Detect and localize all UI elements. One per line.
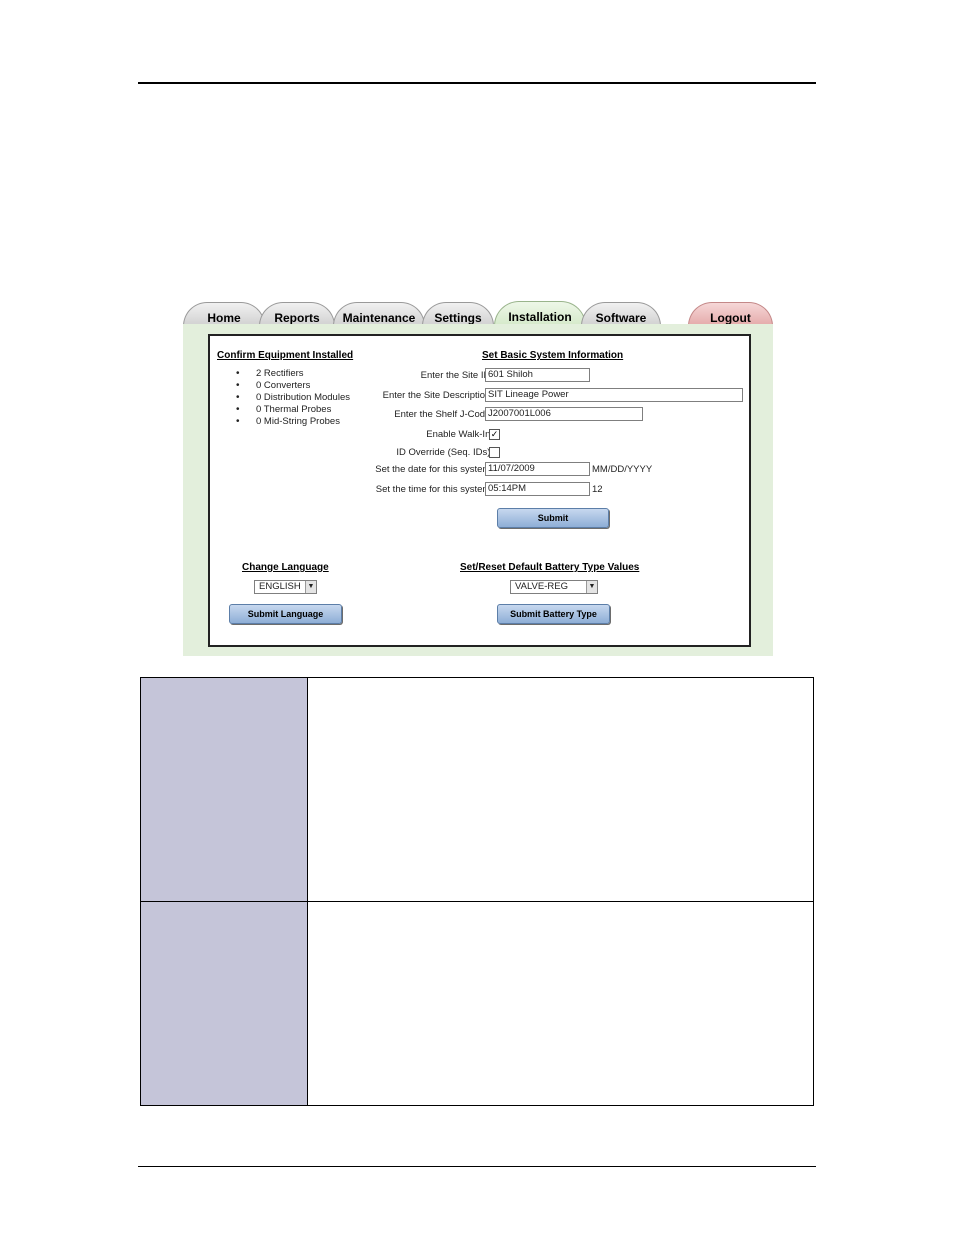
time-input[interactable]: 05:14PM [485, 482, 590, 496]
shelf-input[interactable]: J2007001L006 [485, 407, 643, 421]
language-select[interactable]: ENGLISH ▼ [254, 580, 317, 594]
walkin-row: Enable Walk-In: ✓ [210, 427, 753, 443]
battery-select[interactable]: VALVE-REG ▼ [510, 580, 598, 594]
tab-bar: Home Reports Maintenance Settings Instal… [183, 298, 773, 326]
site-id-input[interactable]: 601 Shiloh [485, 368, 590, 382]
table-value-cell [308, 678, 813, 901]
submit-language-button[interactable]: Submit Language [229, 604, 342, 624]
table-key-cell [141, 902, 308, 1105]
site-desc-input[interactable]: SIT Lineage Power [485, 388, 743, 402]
tab-maintenance[interactable]: Maintenance [333, 302, 425, 326]
installation-form: Confirm Equipment Installed 2 Rectifiers… [208, 334, 751, 647]
description-table [140, 677, 814, 1106]
basic-info-heading: Set Basic System Information [482, 350, 624, 361]
walkin-checkbox[interactable]: ✓ [489, 429, 500, 440]
site-desc-label: Enter the Site Description: [382, 390, 493, 401]
date-format: MM/DD/YYYY [592, 464, 653, 475]
date-row: Set the date for this system: 11/07/2009… [210, 462, 753, 478]
time-row: Set the time for this system: 05:14PM 12 [210, 482, 753, 498]
header-rule [138, 82, 816, 84]
check-icon: ✓ [490, 429, 499, 439]
battery-selected: VALVE-REG [515, 581, 568, 592]
override-checkbox[interactable] [489, 447, 500, 458]
shelf-label: Enter the Shelf J-Code: [394, 409, 493, 420]
walkin-label: Enable Walk-In: [426, 429, 493, 440]
tab-software[interactable]: Software [581, 302, 661, 326]
table-key-cell [141, 678, 308, 901]
footer-rule [138, 1166, 816, 1167]
date-label: Set the date for this system: [375, 464, 493, 475]
tab-settings[interactable]: Settings [422, 302, 494, 326]
chevron-down-icon: ▼ [586, 581, 597, 593]
table-row [141, 902, 813, 1105]
override-label: ID Override (Seq. IDs): [396, 447, 493, 458]
override-row: ID Override (Seq. IDs): [210, 445, 753, 461]
submit-button[interactable]: Submit [497, 508, 609, 528]
tab-reports[interactable]: Reports [259, 302, 335, 326]
tab-logout[interactable]: Logout [688, 302, 773, 326]
battery-heading: Set/Reset Default Battery Type Values [460, 562, 640, 573]
time-label: Set the time for this system: [375, 484, 493, 495]
tab-home[interactable]: Home [183, 302, 265, 326]
time-format: 12 [592, 484, 603, 495]
table-row [141, 678, 813, 901]
screenshot-panel: Home Reports Maintenance Settings Instal… [183, 298, 773, 656]
language-selected: ENGLISH [259, 581, 301, 592]
site-desc-row: Enter the Site Description: SIT Lineage … [210, 388, 753, 404]
table-value-cell [308, 902, 813, 1105]
shelf-row: Enter the Shelf J-Code: J2007001L006 [210, 407, 753, 423]
chevron-down-icon: ▼ [305, 581, 316, 593]
submit-battery-button[interactable]: Submit Battery Type [497, 604, 610, 624]
equipment-heading: Confirm Equipment Installed [217, 350, 354, 361]
site-id-label: Enter the Site ID: [420, 370, 493, 381]
site-id-row: Enter the Site ID: 601 Shiloh [210, 368, 753, 384]
language-heading: Change Language [242, 562, 329, 573]
date-input[interactable]: 11/07/2009 [485, 462, 590, 476]
tab-installation[interactable]: Installation [494, 301, 586, 326]
